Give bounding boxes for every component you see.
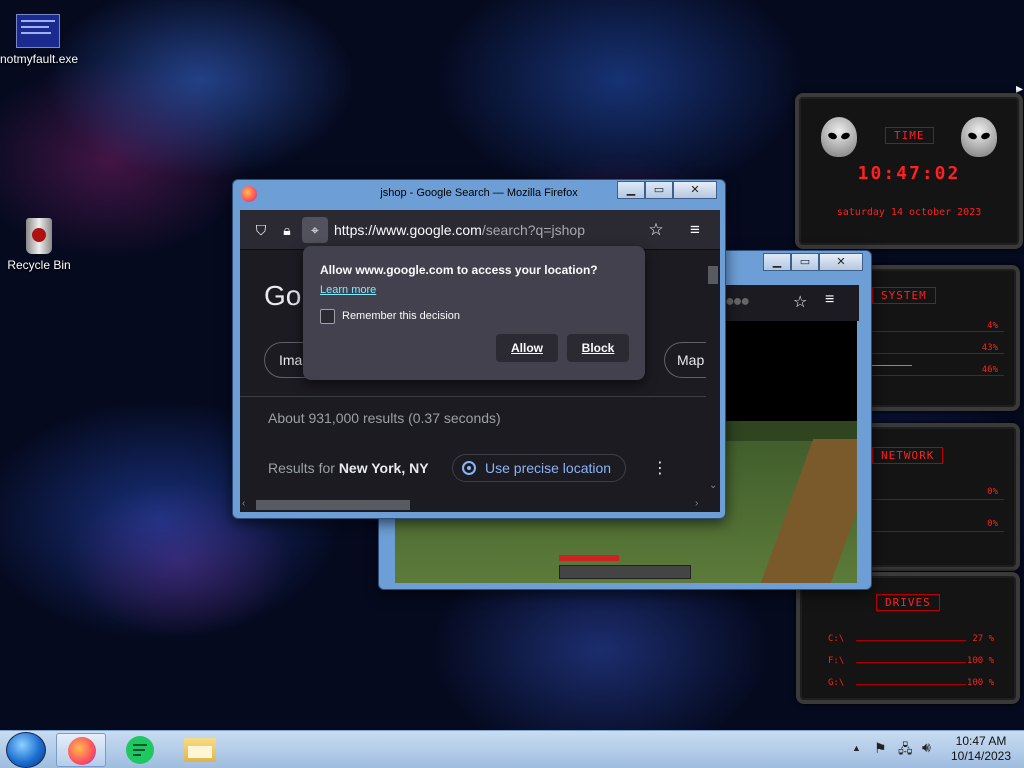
- use-precise-location-button[interactable]: Use precise location: [452, 454, 626, 482]
- remember-decision-checkbox[interactable]: [320, 309, 335, 324]
- url-path: /search?q=jshop: [481, 222, 585, 238]
- swap-value: 46%: [981, 365, 998, 375]
- notmyfault-exe-icon: [16, 14, 60, 48]
- graph-line: [872, 365, 912, 366]
- url-bar[interactable]: https://www.google.com/search?q=jshop: [334, 219, 634, 241]
- maximize-button[interactable]: ▭: [791, 253, 819, 271]
- target-icon: [462, 461, 476, 475]
- drive-bar: [856, 684, 966, 685]
- clock-time: 10:47 AM: [955, 734, 1007, 748]
- divider: [240, 396, 706, 397]
- browser-content: ⛉ 🔒︎ ⌖ https://www.google.com/search?q=j…: [240, 210, 720, 512]
- learn-more-link[interactable]: Learn more: [320, 284, 376, 296]
- drive-value: 100 %: [966, 678, 994, 688]
- bookmark-star-icon[interactable]: ☆: [645, 219, 667, 241]
- firefox-logo-icon: [68, 737, 96, 765]
- taskbar: ▲ ⚑ 🖧︎ 🔊︎ 10:47 AM 10/14/2023: [0, 730, 1024, 768]
- maximize-button[interactable]: ▭: [645, 181, 673, 199]
- app-menu-icon[interactable]: ≡: [684, 219, 706, 241]
- clock-date: 10/14/2023: [950, 749, 1012, 763]
- results-for: Results for New York, NY: [268, 460, 429, 476]
- download-value: 0%: [987, 519, 998, 529]
- volume-icon[interactable]: 🔊︎: [922, 739, 931, 756]
- taskbar-file-explorer[interactable]: [174, 733, 224, 767]
- time-widget: TIME 10:47:02 saturday 14 october 2023: [795, 93, 1023, 249]
- clock-readout: 10:47:02: [857, 163, 961, 184]
- browser-toolbar: ●●● ☆ ≡: [721, 285, 859, 321]
- drive-label: F:\: [828, 656, 845, 666]
- desktop-icon-label: notmyfault.exe: [0, 52, 79, 66]
- shield-icon[interactable]: ⛉: [250, 219, 272, 241]
- alien-head-icon: [961, 117, 997, 157]
- allow-button[interactable]: Allow: [496, 334, 558, 362]
- taskbar-firefox[interactable]: [56, 733, 106, 767]
- minimize-button[interactable]: ▁: [617, 181, 645, 199]
- widget-header: TIME: [885, 127, 934, 144]
- vertical-scrollbar[interactable]: ⌄: [706, 250, 720, 498]
- action-center-flag-icon[interactable]: ⚑: [874, 740, 887, 757]
- results-for-prefix: Results for: [268, 460, 339, 476]
- widget-header: NETWORK: [872, 447, 944, 464]
- chip-label: Map: [677, 352, 705, 368]
- graph-line: [872, 531, 1004, 532]
- drive-bar: [856, 662, 966, 663]
- navigation-toolbar: ⛉ 🔒︎ ⌖ https://www.google.com/search?q=j…: [240, 210, 720, 250]
- location-permission-popup: Allow www.google.com to access your loca…: [303, 246, 645, 380]
- health-bar: [559, 555, 619, 561]
- show-hidden-icons-button[interactable]: ▲: [852, 743, 861, 753]
- popup-message: Allow www.google.com to access your loca…: [320, 263, 598, 277]
- menu-icon[interactable]: ≡: [825, 291, 834, 309]
- desktop-icon-label: Recycle Bin: [7, 258, 71, 272]
- bookmark-star-icon[interactable]: ☆: [793, 292, 807, 312]
- hotbar: [559, 565, 691, 579]
- more-options-icon[interactable]: ⋮: [652, 458, 668, 478]
- results-for-location[interactable]: New York, NY: [339, 460, 429, 476]
- graph-line: [872, 499, 1004, 500]
- start-button[interactable]: [6, 732, 46, 768]
- extension-dots-icon[interactable]: ●●●: [725, 293, 750, 311]
- notes-app-icon: [126, 736, 154, 764]
- date-readout: saturday 14 october 2023: [836, 207, 982, 218]
- folder-icon: [184, 738, 216, 762]
- results-stats: About 931,000 results (0.37 seconds): [268, 410, 501, 426]
- close-button[interactable]: ✕: [673, 181, 717, 199]
- graph-line: [872, 353, 1004, 354]
- google-logo: Go: [264, 280, 302, 311]
- horizontal-scrollbar[interactable]: ‹ ›: [240, 498, 706, 512]
- close-button[interactable]: ✕: [819, 253, 863, 271]
- lock-icon[interactable]: 🔒︎: [276, 219, 298, 241]
- ram-value: 43%: [981, 343, 998, 353]
- widget-header: SYSTEM: [872, 287, 936, 304]
- remember-decision-label: Remember this decision: [342, 310, 460, 322]
- upload-value: 0%: [987, 487, 998, 497]
- desktop-icon-notmyfault[interactable]: notmyfault.exe: [0, 14, 79, 66]
- drive-value: 100 %: [966, 656, 994, 666]
- taskbar-notes-app[interactable]: [116, 733, 166, 767]
- recycle-bin-icon: [26, 218, 52, 254]
- alien-head-icon: [821, 117, 857, 157]
- drive-value: 27 %: [972, 634, 994, 644]
- drive-label: C:\: [828, 634, 845, 644]
- block-button[interactable]: Block: [567, 334, 629, 362]
- location-permission-icon[interactable]: ⌖: [302, 217, 328, 243]
- network-icon[interactable]: 🖧︎: [898, 740, 913, 762]
- minimize-button[interactable]: ▁: [763, 253, 791, 271]
- firefox-window[interactable]: jshop - Google Search — Mozilla Firefox …: [232, 179, 726, 519]
- cpu-value: 4%: [987, 321, 998, 331]
- widget-header: DRIVES: [876, 594, 940, 611]
- clock[interactable]: 10:47 AM 10/14/2023: [946, 734, 1016, 764]
- graph-line: [872, 375, 1004, 376]
- graph-line: [872, 331, 1004, 332]
- drives-widget: DRIVES C:\ 27 % F:\ 100 % G:\ 100 %: [796, 572, 1020, 704]
- drive-label: G:\: [828, 678, 845, 688]
- url-host: https://www.google.com: [334, 222, 482, 238]
- drive-bar: [856, 640, 966, 641]
- precise-location-label: Use precise location: [485, 460, 612, 476]
- desktop-icon-recycle-bin[interactable]: Recycle Bin: [2, 218, 76, 272]
